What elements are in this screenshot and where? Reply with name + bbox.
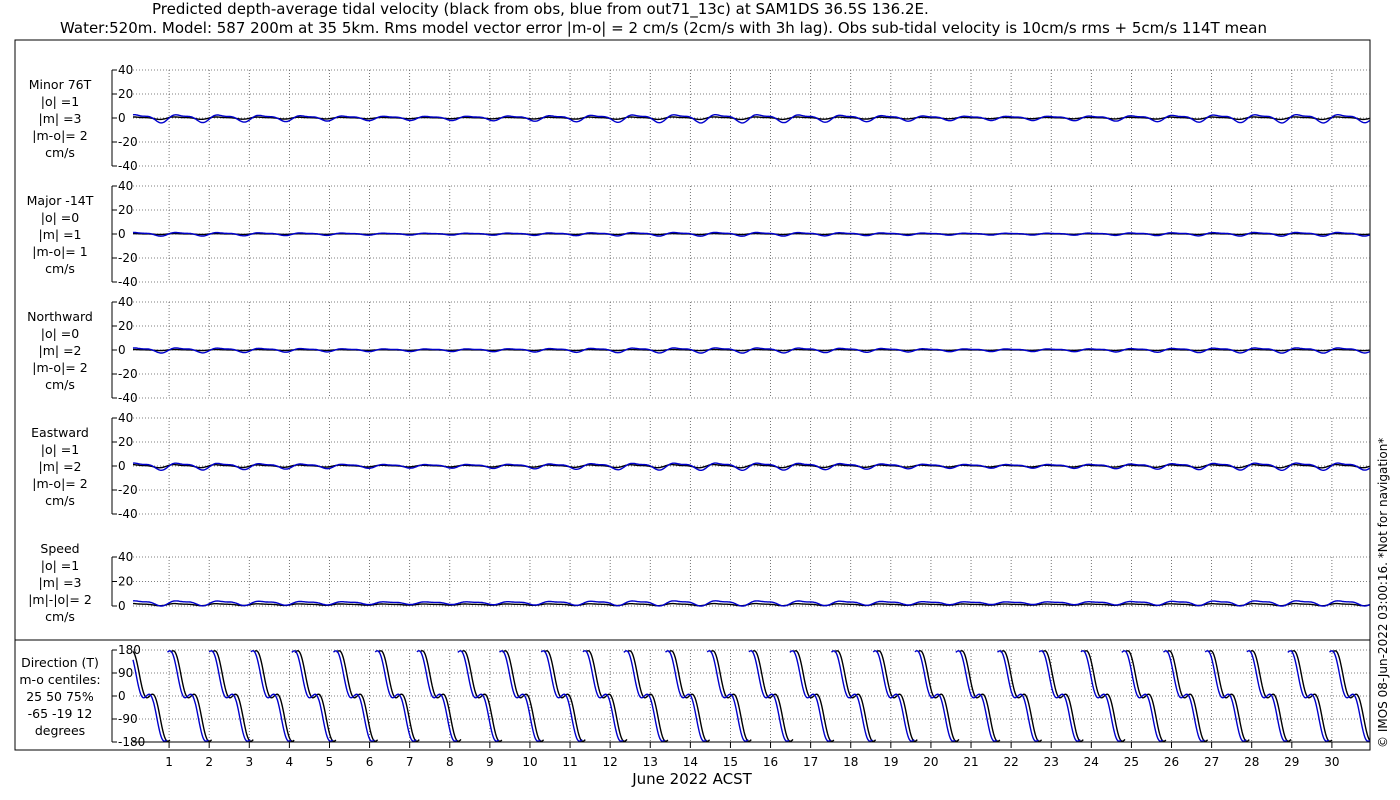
- major-label-line: Major -14T: [27, 193, 94, 208]
- speed-ytick-label: 40: [118, 550, 133, 564]
- eastward-ytick-label: 0: [118, 459, 126, 473]
- xtick-label: 25: [1124, 755, 1139, 769]
- xtick-label: 14: [683, 755, 698, 769]
- direction-label-line: degrees: [35, 723, 85, 738]
- credit-text: © IMOS 08-Jun-2022 03:00:16. *Not for na…: [1376, 437, 1390, 748]
- xtick-label: 3: [245, 755, 253, 769]
- direction-label-line: -65 -19 12: [28, 706, 93, 721]
- direction-label-line: m-o centiles:: [19, 672, 100, 687]
- major-label-line: |m| =1: [39, 227, 82, 242]
- xtick-label: 7: [406, 755, 414, 769]
- speed-label-line: Speed: [40, 541, 79, 556]
- major-ytick-label: 0: [118, 227, 126, 241]
- xtick-label: 11: [562, 755, 577, 769]
- direction-ytick-label: -90: [118, 712, 138, 726]
- minor-ytick-label: 0: [118, 111, 126, 125]
- xtick-label: 17: [803, 755, 818, 769]
- northward-ytick-label: 20: [118, 319, 133, 333]
- xtick-label: 15: [723, 755, 738, 769]
- minor-label-line: Minor 76T: [29, 77, 92, 92]
- direction-ytick-label: 90: [118, 666, 133, 680]
- xtick-label: 20: [923, 755, 938, 769]
- major-label-line: cm/s: [45, 261, 75, 276]
- xtick-label: 6: [366, 755, 374, 769]
- xtick-label: 19: [883, 755, 898, 769]
- minor-label-line: cm/s: [45, 145, 75, 160]
- northward-label-line: cm/s: [45, 377, 75, 392]
- upper-frame: [14, 39, 1371, 641]
- xtick-label: 5: [326, 755, 334, 769]
- speed-label-line: cm/s: [45, 609, 75, 624]
- eastward-model-line: [132, 462, 1371, 472]
- xtick-label: 1: [165, 755, 173, 769]
- xtick-label: 22: [1003, 755, 1018, 769]
- xaxis-label: June 2022 ACST: [631, 770, 752, 788]
- eastward-ytick-label: -20: [118, 483, 138, 497]
- major-ytick-label: 40: [118, 179, 133, 193]
- eastward-ytick-label: 20: [118, 435, 133, 449]
- xtick-label: 30: [1324, 755, 1339, 769]
- speed-label-line: |m| =3: [39, 575, 82, 590]
- direction-ytick-label: 0: [118, 689, 126, 703]
- eastward-label-line: cm/s: [45, 493, 75, 508]
- direction-label-line: Direction (T): [21, 655, 99, 670]
- major-ytick-label: 20: [118, 203, 133, 217]
- eastward-label-line: |o| =1: [41, 442, 79, 457]
- northward-ytick-label: -40: [118, 391, 138, 405]
- northward-label-line: |o| =0: [41, 326, 80, 341]
- major-label-line: |o| =0: [41, 210, 80, 225]
- xtick-label: 23: [1044, 755, 1059, 769]
- major-label-line: |m-o|= 1: [32, 244, 87, 259]
- northward-ytick-label: 40: [118, 295, 133, 309]
- northward-ytick-label: -20: [118, 367, 138, 381]
- direction-ytick-label: 180: [118, 643, 141, 657]
- xtick-label: 4: [286, 755, 294, 769]
- eastward-ytick-label: 40: [118, 411, 133, 425]
- speed-label-line: |o| =1: [41, 558, 79, 573]
- northward-label-line: |m-o|= 2: [32, 360, 87, 375]
- xtick-label: 24: [1084, 755, 1099, 769]
- xtick-label: 9: [486, 755, 494, 769]
- xtick-label: 8: [446, 755, 454, 769]
- xtick-label: 2: [205, 755, 213, 769]
- direction-label-line: 25 50 75%: [26, 689, 94, 704]
- xtick-label: 29: [1284, 755, 1299, 769]
- eastward-ytick-label: -40: [118, 507, 138, 521]
- minor-ytick-label: -40: [118, 159, 138, 173]
- speed-obs-line: [133, 602, 1370, 607]
- northward-label-line: |m| =2: [39, 343, 82, 358]
- speed-ytick-label: 20: [118, 575, 133, 589]
- minor-ytick-label: 20: [118, 87, 133, 101]
- xtick-label: 21: [963, 755, 978, 769]
- xtick-label: 10: [522, 755, 537, 769]
- xtick-label: 16: [763, 755, 778, 769]
- northward-label-line: Northward: [27, 309, 93, 324]
- tidal-velocity-chart: 40200-20-40Minor 76T|o| =1|m| =3|m-o|= 2…: [14, 39, 1371, 788]
- eastward-label-line: Eastward: [31, 425, 89, 440]
- minor-ytick-label: 40: [118, 63, 133, 77]
- minor-label-line: |o| =1: [41, 94, 79, 109]
- major-ytick-label: -40: [118, 275, 138, 289]
- xtick-label: 26: [1164, 755, 1179, 769]
- eastward-label-line: |m-o|= 2: [32, 476, 87, 491]
- eastward-label-line: |m| =2: [39, 459, 82, 474]
- xtick-label: 18: [843, 755, 858, 769]
- xtick-label: 27: [1204, 755, 1219, 769]
- minor-label-line: |m| =3: [39, 111, 82, 126]
- speed-ytick-label: 0: [118, 599, 126, 613]
- northward-ytick-label: 0: [118, 343, 126, 357]
- minor-ytick-label: -20: [118, 135, 138, 149]
- major-ytick-label: -20: [118, 251, 138, 265]
- xtick-label: 13: [643, 755, 658, 769]
- speed-label-line: |m|-|o|= 2: [28, 592, 92, 607]
- minor-label-line: |m-o|= 2: [32, 128, 87, 143]
- xtick-label: 28: [1244, 755, 1259, 769]
- xtick-label: 12: [603, 755, 618, 769]
